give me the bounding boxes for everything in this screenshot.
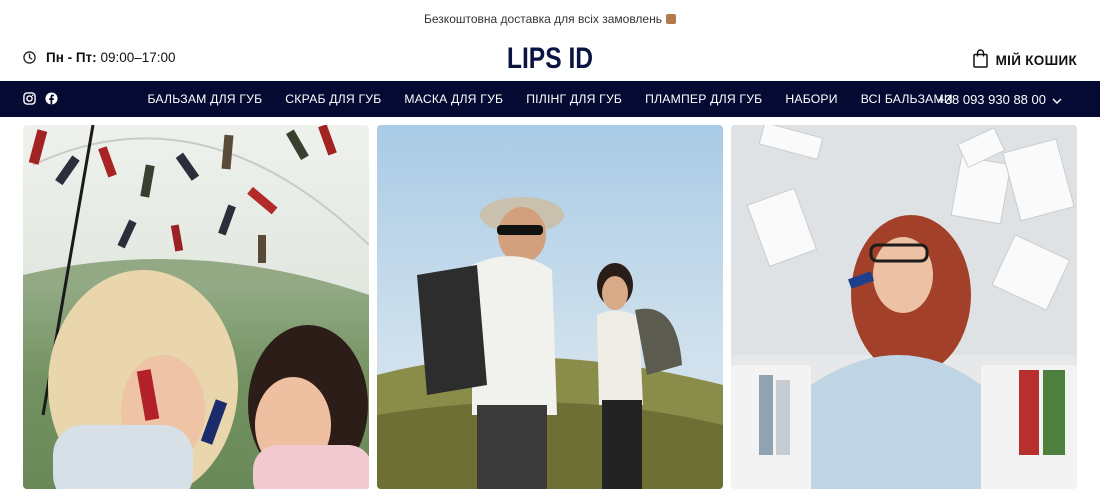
category-menu: БАЛЬЗАМ ДЛЯ ГУБ СКРАБ ДЛЯ ГУБ МАСКА ДЛЯ … xyxy=(136,81,964,117)
bag-icon xyxy=(972,49,988,71)
hero-image-office[interactable] xyxy=(731,125,1077,489)
nav-item-lip-mask[interactable]: МАСКА ДЛЯ ГУБ xyxy=(393,92,515,106)
phone-dropdown[interactable]: +38 093 930 88 00 xyxy=(937,81,1062,117)
site-header: Пн - Пт: 09:00–17:00 LIPS ID МІЙ КОШИК xyxy=(0,38,1100,81)
box-icon xyxy=(665,14,676,24)
instagram-icon[interactable] xyxy=(23,92,36,110)
hero-image-hiking[interactable] xyxy=(377,125,723,489)
hero-image-umbrella[interactable] xyxy=(23,125,369,489)
nav-item-lip-peeling[interactable]: ПІЛІНГ ДЛЯ ГУБ xyxy=(515,92,634,106)
cart-label: МІЙ КОШИК xyxy=(995,52,1077,68)
nav-item-lip-balm[interactable]: БАЛЬЗАМ ДЛЯ ГУБ xyxy=(136,92,274,106)
clock-icon xyxy=(23,51,36,64)
announcement-text: Безкоштовна доставка для всіх замовлень xyxy=(424,12,662,26)
main-navigation: БАЛЬЗАМ ДЛЯ ГУБ СКРАБ ДЛЯ ГУБ МАСКА ДЛЯ … xyxy=(0,81,1100,117)
chevron-down-icon xyxy=(1052,92,1062,107)
hours-days: Пн - Пт: xyxy=(46,50,97,65)
social-links xyxy=(23,92,58,110)
nav-item-sets[interactable]: НАБОРИ xyxy=(774,92,849,106)
hero-gallery xyxy=(23,125,1077,489)
announcement-bar: Безкоштовна доставка для всіх замовлень xyxy=(0,0,1100,38)
cart-button[interactable]: МІЙ КОШИК xyxy=(972,49,1077,71)
nav-item-lip-scrub[interactable]: СКРАБ ДЛЯ ГУБ xyxy=(274,92,393,106)
logo[interactable]: LIPS ID xyxy=(99,42,1001,76)
facebook-icon[interactable] xyxy=(45,92,58,110)
phone-number: +38 093 930 88 00 xyxy=(937,91,1046,107)
nav-item-lip-plumper[interactable]: ПЛАМПЕР ДЛЯ ГУБ xyxy=(634,92,774,106)
